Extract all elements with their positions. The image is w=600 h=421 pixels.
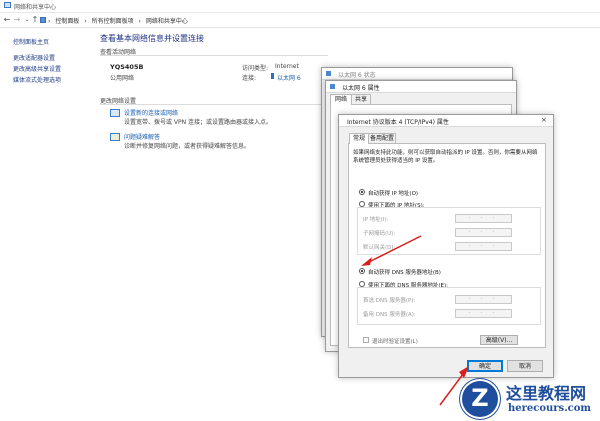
annotation-arrows [361, 235, 469, 406]
watermark-logo-letter: Z [471, 384, 489, 412]
tab-general[interactable]: 常规 [349, 133, 369, 144]
tab-network[interactable]: 网络 [330, 94, 352, 105]
watermark-url-text: herecours.com [508, 403, 592, 414]
watermark-cn-text: 这里教程网 [506, 384, 587, 403]
watermark-logo-circle: Z [462, 381, 498, 417]
annotation-arrow-dns [361, 235, 422, 266]
